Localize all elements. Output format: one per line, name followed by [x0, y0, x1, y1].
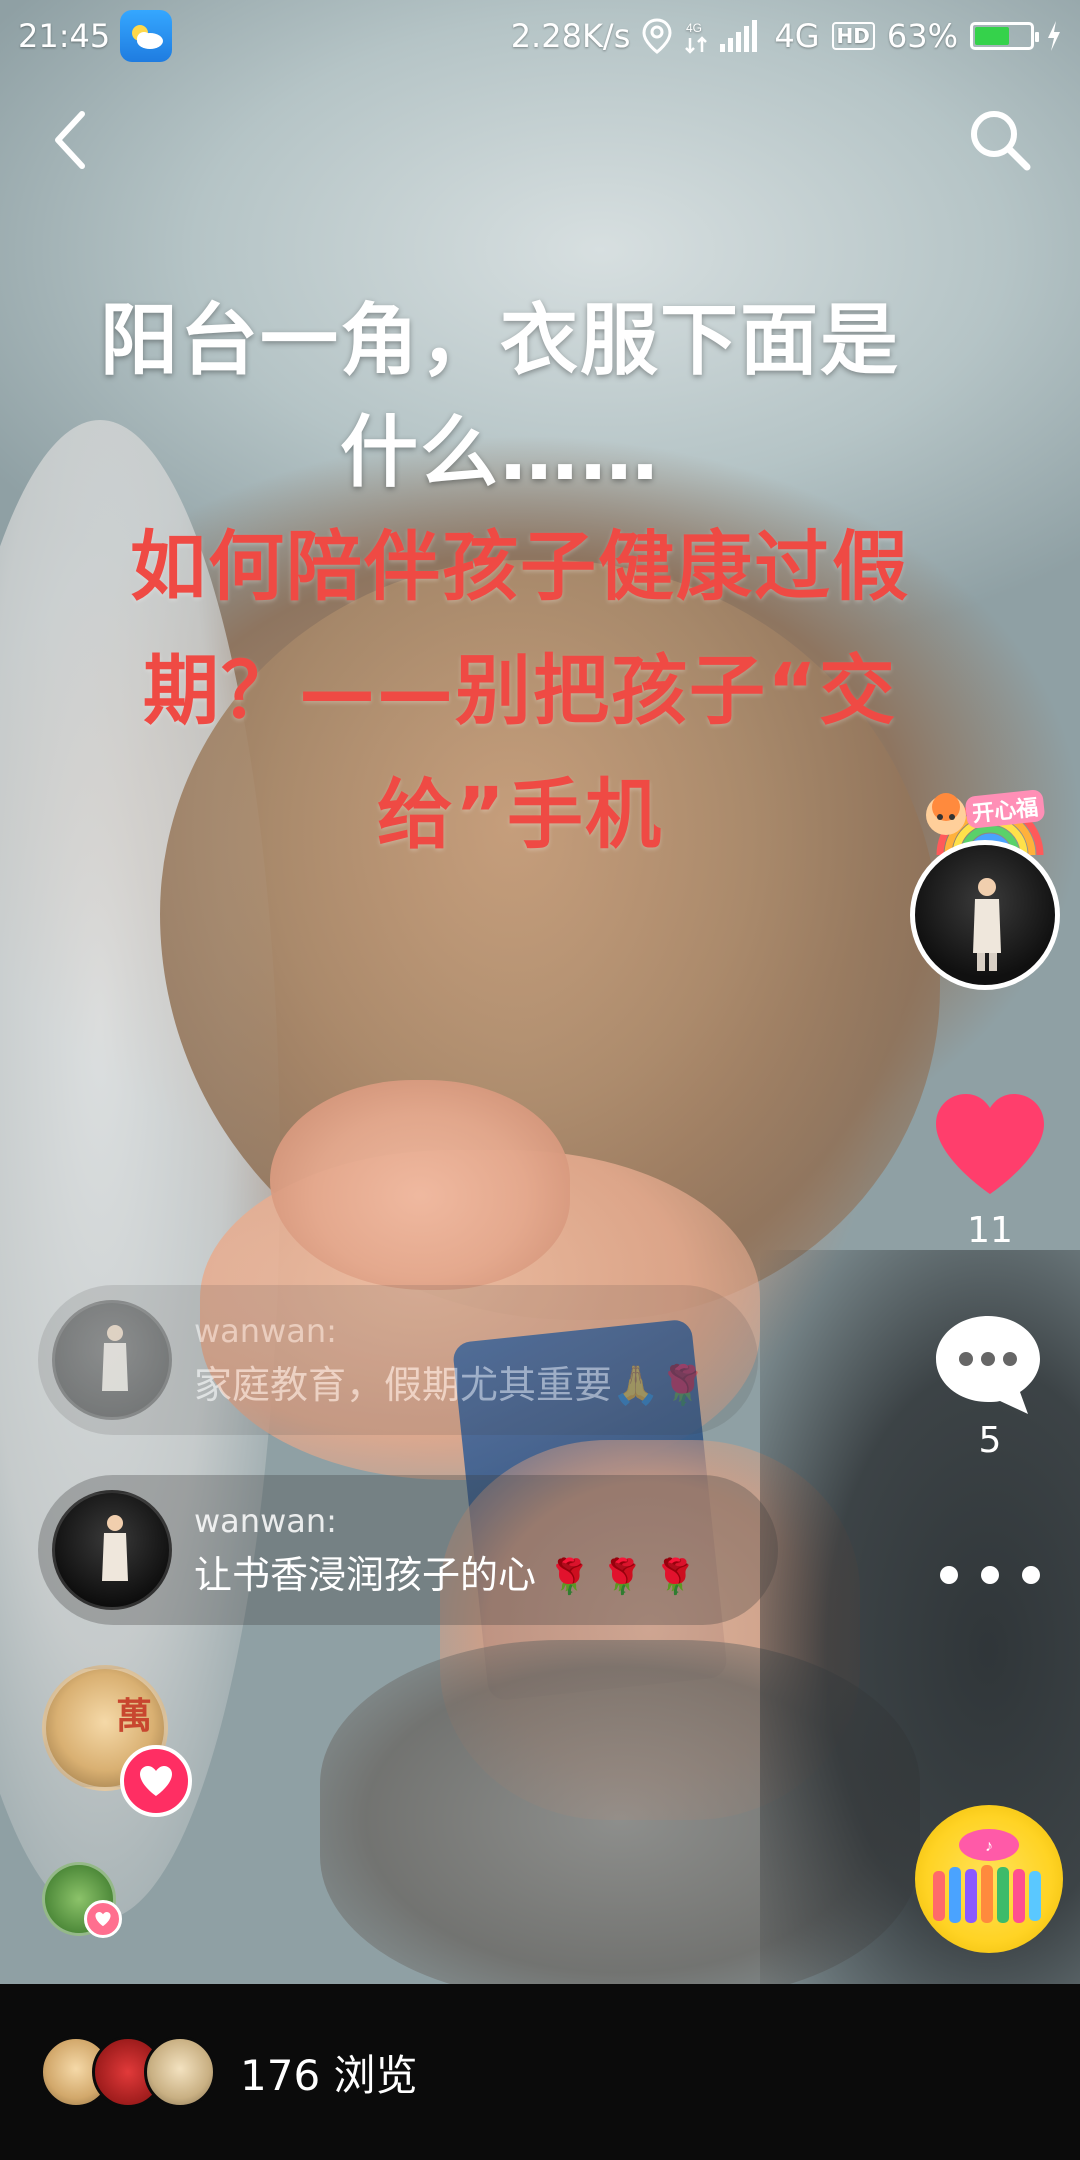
video-caption-white: 阳台一角，衣服下面是 什么……	[60, 285, 940, 509]
comment-author: wanwan:	[194, 1501, 337, 1540]
battery-icon	[970, 22, 1039, 50]
comment-text: 家庭教育，假期尤其重要🙏🌹	[194, 1362, 707, 1407]
mobile-data-icon: 4G	[684, 18, 708, 54]
comment-avatar[interactable]	[52, 1490, 172, 1610]
weather-icon	[120, 10, 173, 62]
video-caption-red: 如何陪伴孩子健康过假 期？——别把孩子“交 给”手机	[80, 505, 960, 877]
status-time: 21:45	[18, 17, 111, 55]
caption-line-2: 什么……	[339, 408, 660, 498]
network-speed: 2.28K/s	[510, 17, 631, 55]
comment-avatar[interactable]	[52, 1300, 172, 1420]
person-figure-icon	[973, 878, 1001, 971]
caption-line-1: 阳台一角，衣服下面是	[99, 296, 900, 386]
video-screen: 21:45 2.28K/s 4G 4G HD 63% 阳台一角，衣服下面是 什么…	[0, 0, 1080, 2160]
signal-icon	[720, 20, 762, 52]
comment-count: 5	[978, 1420, 1002, 1461]
person-figure-icon	[102, 1325, 128, 1391]
network-type: 4G	[774, 17, 820, 55]
comment-content: wanwan: 让书香浸润孩子的心 🌹 🌹 🌹	[194, 1502, 697, 1599]
svg-text:♪: ♪	[985, 1838, 993, 1855]
person-figure-icon	[102, 1515, 128, 1581]
svg-text:4G: 4G	[686, 21, 702, 35]
heart-badge-small-icon[interactable]	[84, 1900, 122, 1938]
battery-percent: 63%	[886, 17, 958, 55]
heart-badge-icon[interactable]	[120, 1745, 192, 1817]
heart-icon	[936, 1094, 1044, 1194]
more-options-button[interactable]	[940, 1555, 1040, 1595]
viewer-avatar	[144, 2036, 216, 2108]
status-right: 2.28K/s 4G 4G HD 63%	[511, 17, 1062, 55]
like-button[interactable]	[930, 1090, 1050, 1200]
more-dot-icon	[1022, 1566, 1040, 1584]
search-icon	[971, 111, 1031, 171]
status-bar: 21:45 2.28K/s 4G 4G HD 63%	[0, 0, 1080, 72]
bottom-bar: 176 浏览	[0, 1984, 1080, 2160]
red-caption-line-2: 期？——别把孩子“交	[143, 646, 897, 735]
back-button[interactable]	[40, 100, 100, 180]
red-caption-line-3: 给”手机	[377, 770, 663, 859]
music-disc-icon[interactable]: ♪	[915, 1805, 1063, 1953]
viewer-avatar-stack[interactable]	[40, 2032, 220, 2112]
author-avatar[interactable]	[910, 840, 1060, 990]
comment-item[interactable]: wanwan: 家庭教育，假期尤其重要🙏🌹	[38, 1285, 758, 1435]
back-arrow-icon	[55, 111, 85, 169]
rose-emoji: 🌹 🌹 🌹	[548, 1556, 697, 1597]
view-count: 176 浏览	[240, 2050, 418, 2100]
more-dot-icon	[940, 1566, 958, 1584]
charging-icon	[1046, 21, 1062, 51]
battery-fill	[975, 27, 1010, 45]
hd-badge: HD	[831, 22, 875, 50]
search-button[interactable]	[960, 100, 1040, 180]
location-icon	[642, 18, 672, 54]
comment-bubble-icon	[936, 1316, 1040, 1414]
avatar-char: 萬	[115, 1696, 152, 1737]
comment-item[interactable]: wanwan: 让书香浸润孩子的心 🌹 🌹 🌹	[38, 1475, 778, 1625]
like-count: 11	[967, 1210, 1013, 1251]
comment-content: wanwan: 家庭教育，假期尤其重要🙏🌹	[194, 1312, 707, 1409]
comment-button[interactable]	[932, 1310, 1044, 1416]
comment-text: 让书香浸润孩子的心 🌹 🌹 🌹	[194, 1544, 697, 1599]
red-caption-line-1: 如何陪伴孩子健康过假	[130, 522, 910, 611]
comment-author: wanwan:	[194, 1311, 337, 1350]
more-dot-icon	[981, 1566, 999, 1584]
comment-text-body: 让书香浸润孩子的心	[194, 1552, 537, 1597]
